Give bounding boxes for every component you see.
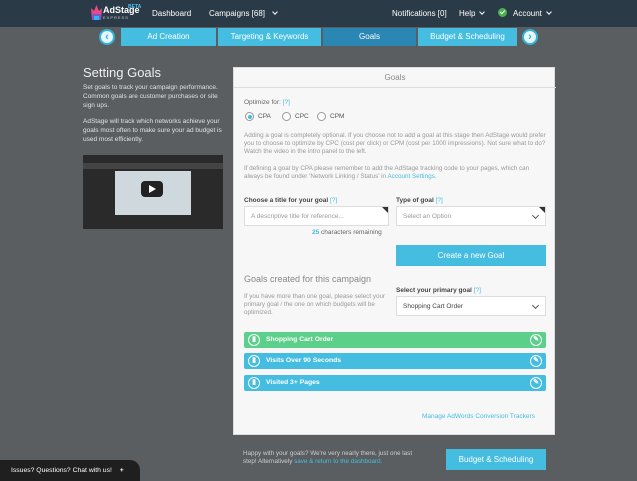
goal-title-placeholder: A descriptive title for reference... bbox=[251, 213, 344, 220]
chat-label: Issues? Questions? Chat with us! bbox=[11, 467, 112, 474]
goals-heading: Goals created for this campaign bbox=[244, 274, 372, 284]
goal-title-label-text: Choose a title for your goal bbox=[244, 197, 329, 204]
logo-express-label: EXPRESS bbox=[103, 15, 129, 20]
manage-trackers-link[interactable]: Manage AdWords Conversion Trackers bbox=[422, 413, 535, 420]
logo-beta-badge: BETA bbox=[128, 4, 142, 10]
goal-item-label: Visited 3+ Pages bbox=[266, 379, 320, 386]
nav-account[interactable]: Account bbox=[513, 9, 552, 18]
divider bbox=[234, 87, 556, 88]
chevron-down-icon bbox=[531, 301, 540, 310]
radio-cpa[interactable] bbox=[245, 112, 254, 121]
intro-text-1: Set goals to track your campaign perform… bbox=[83, 84, 218, 109]
primary-goal-label: Select your primary goal [?] bbox=[396, 287, 481, 294]
wizard-step-targeting[interactable]: Targeting & Keywords bbox=[218, 28, 321, 46]
primary-goal-value: Shopping Cart Order bbox=[403, 303, 463, 310]
edit-icon[interactable]: ✎ bbox=[530, 334, 542, 346]
radio-cpc[interactable] bbox=[282, 112, 291, 121]
video-screen-bar bbox=[83, 163, 223, 169]
goal-title-input[interactable]: A descriptive title for reference... bbox=[244, 206, 389, 226]
optimize-label-text: Optimize for: bbox=[244, 99, 281, 106]
corner-marker-icon bbox=[539, 207, 545, 213]
goal-item-label: Visits Over 90 Seconds bbox=[266, 357, 342, 364]
radio-cpc-label: CPC bbox=[295, 113, 309, 120]
adstage-logo[interactable]: AdStage BETA EXPRESS bbox=[91, 3, 141, 23]
goals-panel: Goals Optimize for: [?] CPA CPC CPM Addi… bbox=[233, 67, 556, 435]
panel-title: Goals bbox=[384, 73, 406, 82]
trash-icon[interactable]: ▮ bbox=[248, 334, 260, 346]
optimize-label: Optimize for: [?] bbox=[244, 99, 290, 106]
crown-logo-icon bbox=[91, 5, 102, 20]
tracking-code-text: If defining a goal by CPA please remembe… bbox=[244, 165, 549, 181]
account-settings-link[interactable]: Account Settings. bbox=[387, 173, 436, 180]
optional-goal-text: Adding a goal is completely optional. If… bbox=[244, 132, 546, 155]
account-status-check-icon bbox=[498, 8, 507, 17]
goal-item[interactable]: ▮ Shopping Cart Order ✎ bbox=[244, 332, 546, 348]
goal-item[interactable]: ▮ Visited 3+ Pages ✎ bbox=[244, 375, 546, 391]
corner-marker-icon bbox=[382, 207, 388, 213]
edit-icon[interactable]: ✎ bbox=[530, 377, 542, 389]
wizard-prev-button[interactable]: ‹ bbox=[99, 29, 115, 45]
chars-count: 25 bbox=[312, 229, 320, 236]
chat-widget[interactable]: Issues? Questions? Chat with us! + bbox=[0, 460, 140, 481]
goal-title-label: Choose a title for your goal [?] bbox=[244, 197, 337, 204]
wizard-step-ad-creation[interactable]: Ad Creation bbox=[121, 28, 216, 46]
nav-help-label: Help bbox=[459, 9, 476, 18]
nav-dashboard[interactable]: Dashboard bbox=[152, 9, 191, 18]
nav-account-label: Account bbox=[513, 9, 542, 18]
chevron-down-icon bbox=[546, 9, 552, 15]
budget-scheduling-button[interactable]: Budget & Scheduling bbox=[446, 449, 546, 470]
chevron-down-icon bbox=[272, 9, 278, 15]
create-goal-button[interactable]: Create a new Goal bbox=[396, 245, 546, 266]
chevron-down-icon bbox=[479, 9, 486, 15]
play-icon[interactable] bbox=[141, 181, 163, 197]
edit-icon[interactable]: ✎ bbox=[530, 355, 542, 367]
help-link[interactable]: [?] bbox=[474, 287, 481, 294]
goal-type-value: Select an Option bbox=[403, 213, 452, 220]
save-return-link[interactable]: save & return to the dashboard. bbox=[294, 458, 382, 465]
wizard-step-goals[interactable]: Goals bbox=[323, 28, 416, 46]
wizard-step-budget[interactable]: Budget & Scheduling bbox=[418, 28, 517, 46]
goal-type-label-text: Type of goal bbox=[396, 197, 434, 204]
radio-cpm-label: CPM bbox=[330, 113, 345, 120]
intro-text-2: AdStage will track which networks achiev… bbox=[83, 118, 222, 143]
radio-cpa-label: CPA bbox=[258, 113, 271, 120]
nav-campaigns[interactable]: Campaigns [68] bbox=[209, 9, 278, 18]
chars-text: characters remaining bbox=[321, 229, 382, 236]
nav-campaigns-label: Campaigns [68] bbox=[209, 9, 266, 18]
primary-goal-help-text: If you have more than one goal, please s… bbox=[244, 293, 386, 316]
help-link[interactable]: [?] bbox=[330, 197, 337, 204]
goal-type-select[interactable]: Select an Option bbox=[396, 206, 546, 226]
intro-panel: Setting Goals Set goals to track your ca… bbox=[83, 65, 223, 151]
help-link[interactable]: [?] bbox=[436, 197, 443, 204]
primary-goal-label-text: Select your primary goal bbox=[396, 287, 472, 294]
radio-cpm[interactable] bbox=[317, 112, 326, 121]
goal-type-label: Type of goal [?] bbox=[396, 197, 443, 204]
intro-title: Setting Goals bbox=[83, 65, 162, 80]
trash-icon[interactable]: ▮ bbox=[248, 355, 260, 367]
help-link[interactable]: [?] bbox=[283, 99, 290, 106]
goal-item[interactable]: ▮ Visits Over 90 Seconds ✎ bbox=[244, 353, 546, 369]
goal-item-label: Shopping Cart Order bbox=[266, 336, 334, 343]
plus-icon[interactable]: + bbox=[120, 467, 124, 474]
chevron-down-icon bbox=[531, 211, 540, 220]
chars-remaining: 25 characters remaining bbox=[312, 229, 382, 236]
primary-goal-select[interactable]: Shopping Cart Order bbox=[396, 296, 546, 316]
nav-help[interactable]: Help bbox=[459, 9, 486, 18]
footer-panel: Happy with your goals? We're very nearly… bbox=[233, 448, 555, 478]
footer-text: Happy with your goals? We're very nearly… bbox=[243, 450, 413, 466]
nav-notifications[interactable]: Notifications [0] bbox=[392, 9, 447, 18]
wizard-next-button[interactable]: › bbox=[522, 29, 538, 45]
intro-video[interactable] bbox=[83, 155, 223, 229]
top-navbar: AdStage BETA EXPRESS Dashboard Campaigns… bbox=[0, 0, 637, 27]
trash-icon[interactable]: ▮ bbox=[248, 377, 260, 389]
